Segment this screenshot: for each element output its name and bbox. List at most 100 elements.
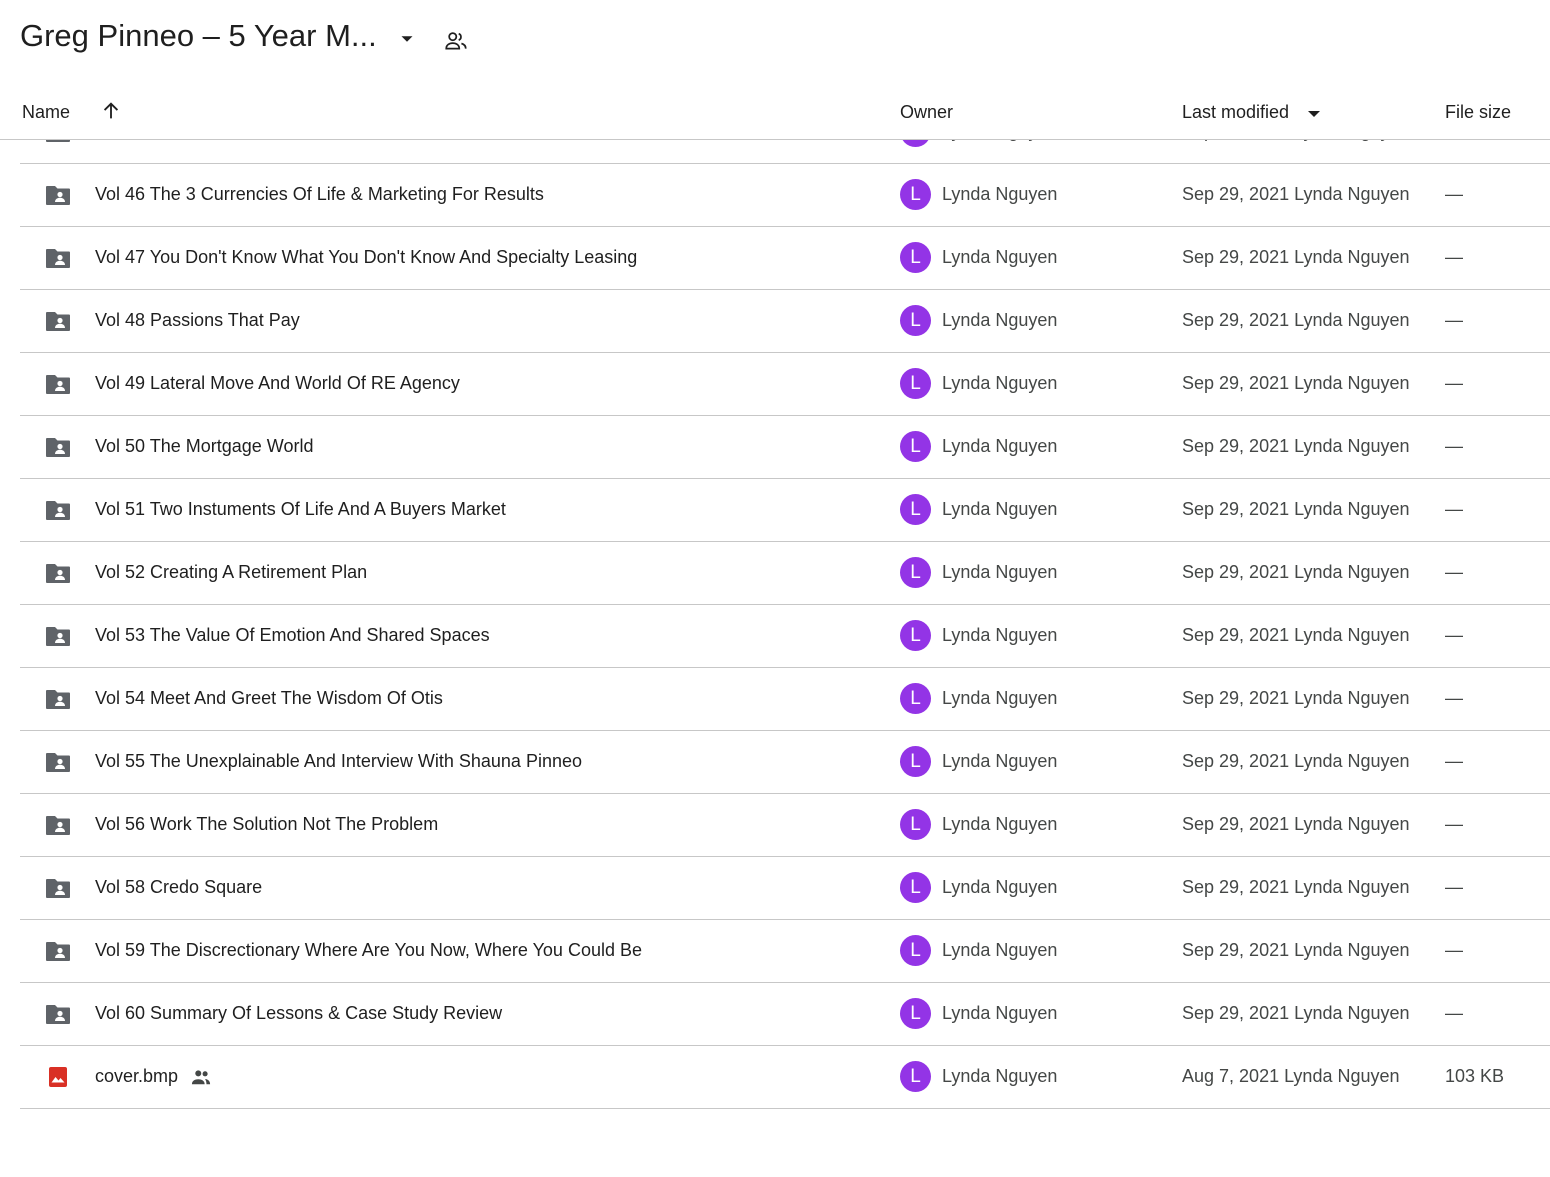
avatar: L <box>900 872 931 903</box>
avatar: L <box>900 746 931 777</box>
list-item[interactable]: Vol 47 You Don't Know What You Don't Kno… <box>20 227 1550 290</box>
avatar: L <box>900 368 931 399</box>
file-size: — <box>1445 1003 1463 1023</box>
last-modified: Sep 29, 2021 Lynda Nguyen <box>1182 184 1410 204</box>
list-item[interactable]: Vol 58 Credo Square L Lynda Nguyen Sep 29, … <box>20 857 1550 920</box>
last-modified: Sep 29, 2021 Lynda Nguyen <box>1182 625 1410 645</box>
owner-name: Lynda Nguyen <box>942 436 1058 456</box>
file-name[interactable]: Vol 59 The Discrectionary Where Are You … <box>95 940 642 961</box>
avatar: L <box>900 935 931 966</box>
file-name[interactable]: Vol 48 Passions That Pay <box>95 310 300 331</box>
file-name[interactable]: Vol 51 Two Instuments Of Life And A Buye… <box>95 499 506 520</box>
file-name[interactable]: cover.bmp <box>95 1066 178 1087</box>
file-name[interactable]: Vol 49 Lateral Move And World Of RE Agen… <box>95 373 460 394</box>
list-item[interactable]: Vol 55 The Unexplainable And Interview W… <box>20 731 1550 794</box>
avatar: L <box>900 494 931 525</box>
file-name[interactable]: Vol 58 Credo Square <box>95 877 262 898</box>
list-item[interactable]: Vol 50 The Mortgage World L Lynda Nguyen Se… <box>20 416 1550 479</box>
shared-folder-icon <box>46 564 70 583</box>
file-name[interactable]: Vol 56 Work The Solution Not The Problem <box>95 814 438 835</box>
file-size: — <box>1445 436 1463 456</box>
file-size: — <box>1445 625 1463 645</box>
file-size: — <box>1445 940 1463 960</box>
file-size: — <box>1445 877 1463 897</box>
file-name[interactable]: Vol 54 Meet And Greet The Wisdom Of Otis <box>95 688 443 709</box>
column-name[interactable]: Name <box>22 102 70 123</box>
avatar: L <box>900 431 931 462</box>
file-name[interactable]: Vol 60 Summary Of Lessons & Case Study R… <box>95 1003 502 1024</box>
column-last-modified[interactable]: Last modified <box>1182 102 1289 123</box>
image-file-icon <box>49 1067 67 1087</box>
file-size: — <box>1445 310 1463 330</box>
avatar: L <box>900 242 931 273</box>
last-modified: Sep 29, 2021 Lynda Nguyen <box>1182 814 1410 834</box>
avatar: L <box>900 179 931 210</box>
owner-name: Lynda Nguyen <box>942 184 1058 204</box>
last-modified: Sep 29, 2021 Lynda Nguyen <box>1182 688 1410 708</box>
list-item[interactable]: Vol 54 Meet And Greet The Wisdom Of Otis… <box>20 668 1550 731</box>
last-modified: Sep 29, 2021 Lynda Nguyen <box>1182 940 1410 960</box>
avatar: L <box>900 305 931 336</box>
column-owner[interactable]: Owner <box>900 102 953 123</box>
shared-folder-icon <box>46 375 70 394</box>
list-item[interactable]: Vol 51 Two Instuments Of Life And A Buye… <box>20 479 1550 542</box>
shared-folder-icon <box>46 186 70 205</box>
list-item[interactable]: Vol 48 Passions That Pay L Lynda Nguyen Sep… <box>20 290 1550 353</box>
shared-folder-icon <box>46 438 70 457</box>
last-modified: Sep 29, 2021 Lynda Nguyen <box>1182 562 1410 582</box>
shared-folder-icon <box>46 501 70 520</box>
file-name[interactable]: Vol 46 The 3 Currencies Of Life & Market… <box>95 184 544 205</box>
owner-name: Lynda Nguyen <box>942 1066 1058 1086</box>
file-name[interactable]: Vol 50 The Mortgage World <box>95 436 313 457</box>
list-item[interactable]: Vol 56 Work The Solution Not The Problem… <box>20 794 1550 857</box>
file-size: — <box>1445 688 1463 708</box>
file-name[interactable]: Vol 52 Creating A Retirement Plan <box>95 562 367 583</box>
file-name[interactable]: Vol 47 You Don't Know What You Don't Kno… <box>95 247 637 268</box>
owner-name: Lynda Nguyen <box>942 940 1058 960</box>
sort-dropdown-icon[interactable] <box>1306 107 1322 121</box>
avatar: L <box>900 998 931 1029</box>
shared-folder-icon <box>46 249 70 268</box>
file-size: — <box>1445 814 1463 834</box>
owner-name: Lynda Nguyen <box>942 814 1058 834</box>
file-size: — <box>1445 562 1463 582</box>
last-modified: Sep 29, 2021 Lynda Nguyen <box>1182 499 1410 519</box>
list-item[interactable]: Vol 53 The Value Of Emotion And Shared S… <box>20 605 1550 668</box>
last-modified: Sep 29, 2021 Lynda Nguyen <box>1182 751 1410 771</box>
shared-folder-icon <box>46 879 70 898</box>
shared-folder-icon <box>46 312 70 331</box>
file-name[interactable]: Vol 53 The Value Of Emotion And Shared S… <box>95 625 490 646</box>
last-modified: Sep 29, 2021 Lynda Nguyen <box>1182 1003 1410 1023</box>
owner-name: Lynda Nguyen <box>942 247 1058 267</box>
list-item[interactable]: cover.bmp L Lynda Nguyen Aug 7, 2021 Lynda … <box>20 1046 1550 1109</box>
last-modified: Sep 29, 2021 Lynda Nguyen <box>1182 373 1410 393</box>
file-size: — <box>1445 184 1463 204</box>
owner-name: Lynda Nguyen <box>942 751 1058 771</box>
shared-folder-icon <box>46 753 70 772</box>
last-modified: Aug 7, 2021 Lynda Nguyen <box>1182 1066 1400 1086</box>
list-item[interactable]: Vol 60 Summary Of Lessons & Case Study R… <box>20 983 1550 1046</box>
owner-name: Lynda Nguyen <box>942 310 1058 330</box>
list-item[interactable]: Vol 52 Creating A Retirement Plan L Lynda … <box>20 542 1550 605</box>
owner-name: Lynda Nguyen <box>942 625 1058 645</box>
shared-people-icon <box>191 1070 211 1085</box>
file-size: — <box>1445 751 1463 771</box>
shared-folder-icon <box>46 627 70 646</box>
file-size: — <box>1445 499 1463 519</box>
shared-folder-icon <box>46 942 70 961</box>
column-file-size[interactable]: File size <box>1445 102 1511 123</box>
sort-arrow-up-icon[interactable] <box>100 100 122 122</box>
avatar: L <box>900 557 931 588</box>
file-size: — <box>1445 373 1463 393</box>
avatar: L <box>900 809 931 840</box>
shared-folder-icon <box>46 1005 70 1024</box>
list-item[interactable]: Vol 59 The Discrectionary Where Are You … <box>20 920 1550 983</box>
shared-folder-icon <box>46 816 70 835</box>
shared-folder-icon <box>46 690 70 709</box>
file-size: — <box>1445 247 1463 267</box>
list-item[interactable]: Vol 46 The 3 Currencies Of Life & Market… <box>20 164 1550 227</box>
list-item[interactable]: Vol 49 Lateral Move And World Of RE Agen… <box>20 353 1550 416</box>
file-name[interactable]: Vol 55 The Unexplainable And Interview W… <box>95 751 582 772</box>
owner-name: Lynda Nguyen <box>942 562 1058 582</box>
owner-name: Lynda Nguyen <box>942 373 1058 393</box>
